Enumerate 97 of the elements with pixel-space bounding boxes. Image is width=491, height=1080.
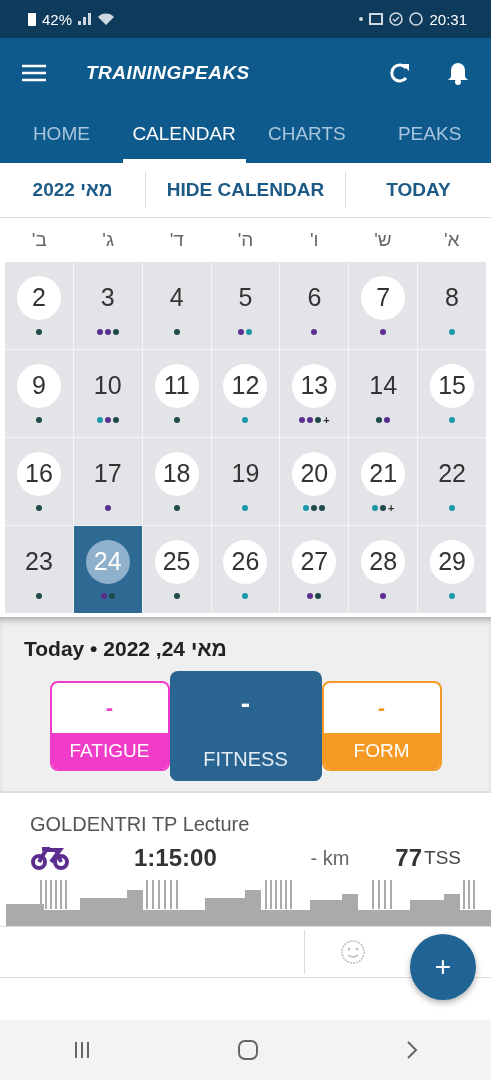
chat-icon xyxy=(409,12,424,26)
calendar-day[interactable]: 27 xyxy=(280,526,349,613)
recent-apps-icon[interactable] xyxy=(73,1041,92,1059)
workout-step-bar xyxy=(6,904,44,926)
calendar-day[interactable]: 22 xyxy=(418,438,486,525)
calendar-day[interactable]: 23 xyxy=(5,526,73,613)
dot-icon xyxy=(359,17,364,21)
workout-duration: 1:15:00 xyxy=(134,844,217,872)
battery-level: 42% xyxy=(42,10,73,28)
day-number: 4 xyxy=(168,282,185,313)
calendar-day[interactable]: 28 xyxy=(349,526,418,613)
day-number: 3 xyxy=(99,282,116,313)
weekday-label: ג' xyxy=(102,229,114,251)
home-icon[interactable] xyxy=(237,1039,260,1061)
calendar-day[interactable]: 6 xyxy=(280,262,349,349)
calendar-day[interactable]: 29 xyxy=(418,526,486,613)
calendar-day[interactable]: 15 xyxy=(418,350,486,437)
calendar-day[interactable]: 2 xyxy=(5,262,73,349)
day-number: 10 xyxy=(92,370,123,401)
day-number: 13 xyxy=(292,363,337,408)
day-number: 16 xyxy=(16,451,61,496)
day-number: 19 xyxy=(230,458,261,489)
day-number: 22 xyxy=(437,458,467,489)
day-number: 27 xyxy=(292,539,337,584)
weekday-label: ב' xyxy=(31,229,47,251)
nav-tab[interactable]: HOME xyxy=(0,108,123,163)
signal-icon xyxy=(78,13,93,25)
wifi-icon xyxy=(98,13,115,25)
month-selector[interactable]: 2022 מאי xyxy=(0,172,146,208)
day-number: 20 xyxy=(292,451,337,496)
calendar-day[interactable]: 4 xyxy=(142,262,211,349)
weekday-label: א' xyxy=(443,229,460,251)
calendar-day[interactable]: 5 xyxy=(211,262,280,349)
calendar-day[interactable]: 26 xyxy=(211,526,280,613)
calendar-day[interactable]: 11 xyxy=(142,350,211,437)
nav-tab[interactable]: CALENDAR xyxy=(122,108,246,163)
hide-calendar-button[interactable]: HIDE CALENDAR xyxy=(145,172,346,208)
day-number: 6 xyxy=(306,282,323,313)
add-button[interactable]: + xyxy=(410,934,476,1000)
nav-tab[interactable]: CHARTS xyxy=(245,108,369,163)
calendar-day[interactable]: 21 + xyxy=(349,438,418,525)
weekday-label: ו' xyxy=(309,229,319,251)
weekday-label: ש' xyxy=(374,229,392,251)
day-number: 15 xyxy=(430,363,475,408)
day-number: 8 xyxy=(444,282,460,313)
day-number: 28 xyxy=(361,539,406,584)
calendar-day[interactable]: 7 xyxy=(349,262,418,349)
day-number: 14 xyxy=(368,370,399,401)
workout-title: GOLDENTRI TP Lecture xyxy=(29,813,251,836)
bike-icon xyxy=(30,845,70,871)
day-number: 11 xyxy=(154,363,199,408)
day-number: 7 xyxy=(361,275,406,320)
day-number: 12 xyxy=(223,363,268,408)
weekday-label: ה' xyxy=(237,229,254,251)
more-indicator: + xyxy=(388,503,395,512)
battery-icon xyxy=(28,12,36,26)
day-number: 23 xyxy=(24,546,54,577)
app-logo: TRAININGPEAKS xyxy=(86,62,250,84)
calendar-day[interactable]: 10 xyxy=(73,350,142,437)
calendar-day[interactable]: 16 xyxy=(5,438,73,525)
day-number: 21 xyxy=(361,451,406,496)
workout-distance: - km xyxy=(310,846,350,870)
mail-icon xyxy=(369,13,384,25)
day-number: 18 xyxy=(154,451,199,496)
nav-tab[interactable]: PEAKS xyxy=(368,108,491,163)
day-number: 24 xyxy=(85,539,130,584)
calendar-day[interactable]: 8 xyxy=(418,262,486,349)
summary-date: Today • 2022 ,24 מאי xyxy=(24,637,228,661)
more-indicator: + xyxy=(323,415,330,424)
refresh-icon[interactable] xyxy=(389,62,411,84)
day-number: 17 xyxy=(92,458,123,489)
clock: 20:31 xyxy=(429,10,467,28)
calendar-day[interactable]: 19 xyxy=(211,438,280,525)
tss-unit: TSS xyxy=(424,847,461,869)
calendar-day[interactable]: 25 xyxy=(142,526,211,613)
calendar-day[interactable]: 17 xyxy=(73,438,142,525)
bell-icon[interactable] xyxy=(447,61,469,85)
back-icon[interactable] xyxy=(405,1040,418,1060)
today-button[interactable]: TODAY xyxy=(345,172,491,208)
tss-value: 77 xyxy=(395,844,423,872)
menu-icon[interactable] xyxy=(22,64,46,82)
calendar-day[interactable]: 12 xyxy=(211,350,280,437)
day-number: 5 xyxy=(237,282,254,313)
day-number: 2 xyxy=(16,275,61,320)
calendar-day[interactable]: 14 xyxy=(349,350,418,437)
day-number: 25 xyxy=(154,539,199,584)
day-number: 26 xyxy=(223,539,268,584)
calendar-day[interactable]: 20 xyxy=(280,438,349,525)
calendar-day[interactable]: 9 xyxy=(5,350,73,437)
weekday-label: ד' xyxy=(169,229,184,251)
day-number: 9 xyxy=(16,363,61,408)
calendar-day[interactable]: 3 xyxy=(73,262,142,349)
calendar-day[interactable]: 13 + xyxy=(280,350,349,437)
day-number: 29 xyxy=(430,539,475,584)
check-circle-icon xyxy=(389,12,404,26)
calendar-day[interactable]: 18 xyxy=(142,438,211,525)
metric-card[interactable]: - FITNESS xyxy=(169,671,322,781)
